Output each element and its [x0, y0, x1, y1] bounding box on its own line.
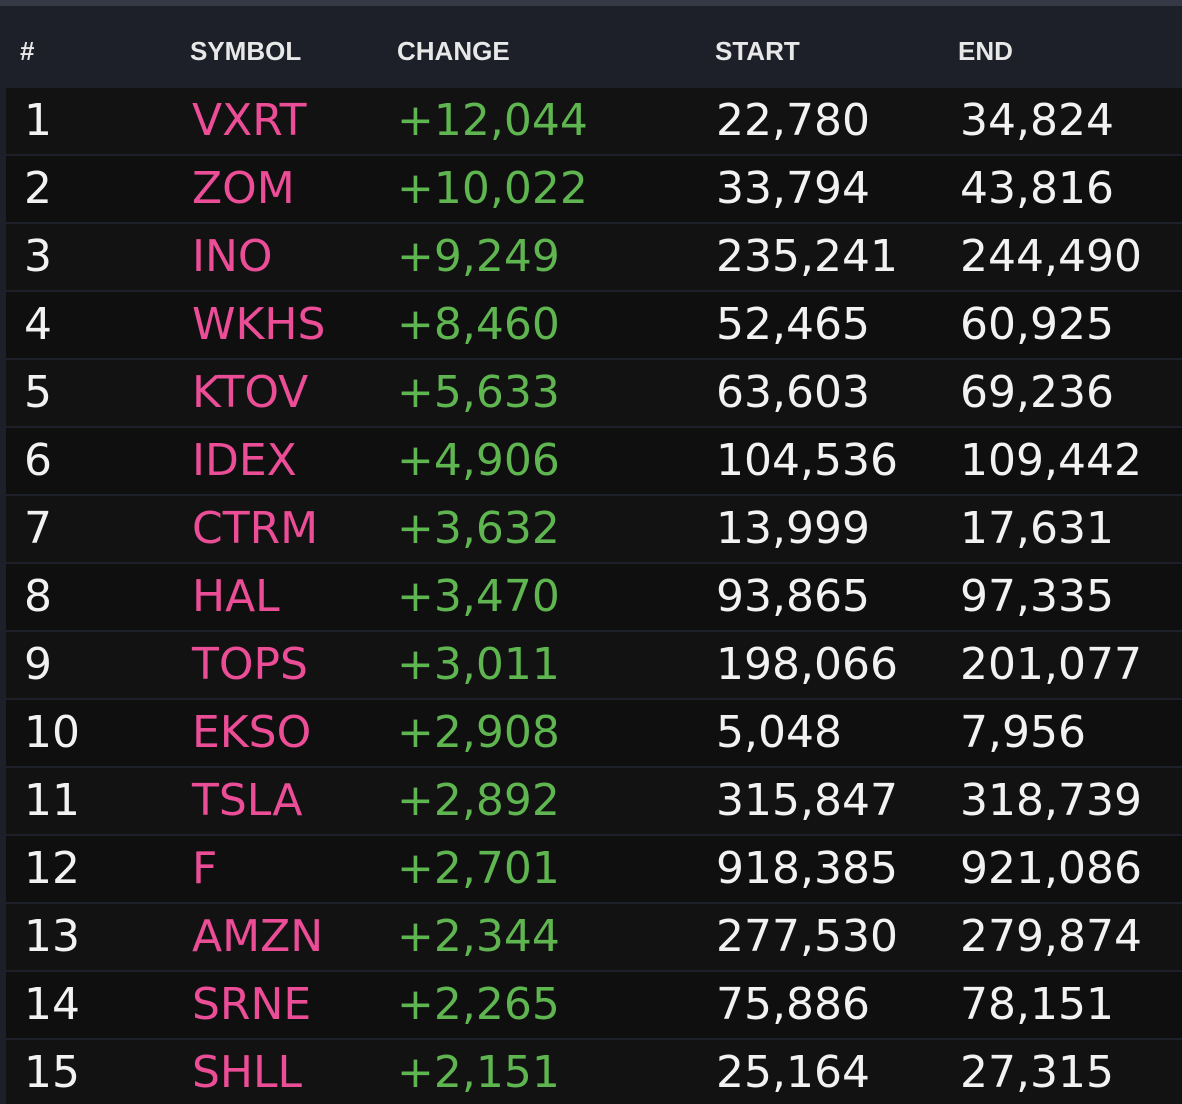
column-header-change[interactable]: CHANGE	[397, 36, 510, 67]
table-row[interactable]: 13 AMZN +2,344 277,530 279,874	[6, 904, 1182, 970]
rank-cell: 14	[24, 979, 80, 1030]
end-cell: 27,315	[960, 1047, 1114, 1098]
column-header-start[interactable]: START	[715, 36, 800, 67]
symbol-cell[interactable]: EKSO	[192, 707, 311, 759]
change-cell: +2,151	[397, 1047, 560, 1098]
table-row[interactable]: 2 ZOM +10,022 33,794 43,816	[6, 156, 1182, 222]
end-cell: 43,816	[960, 163, 1114, 214]
rank-cell: 5	[24, 367, 52, 418]
end-cell: 7,956	[960, 707, 1086, 758]
change-cell: +2,265	[397, 979, 560, 1030]
start-cell: 5,048	[716, 707, 842, 758]
table-row[interactable]: 9 TOPS +3,011 198,066 201,077	[6, 632, 1182, 698]
end-cell: 318,739	[960, 775, 1142, 826]
start-cell: 22,780	[716, 95, 870, 146]
change-cell: +2,908	[397, 707, 560, 758]
change-cell: +12,044	[397, 95, 588, 146]
symbol-cell[interactable]: WKHS	[192, 299, 325, 351]
rank-cell: 1	[24, 95, 52, 146]
start-cell: 277,530	[716, 911, 898, 962]
start-cell: 918,385	[716, 843, 898, 894]
leaderboard-table: # SYMBOL CHANGE START END 1 VXRT +12,044…	[0, 6, 1182, 1104]
end-cell: 244,490	[960, 231, 1142, 282]
change-cell: +3,632	[397, 503, 560, 554]
change-cell: +3,470	[397, 571, 560, 622]
start-cell: 93,865	[716, 571, 870, 622]
change-cell: +3,011	[397, 639, 560, 690]
end-cell: 78,151	[960, 979, 1114, 1030]
end-cell: 97,335	[960, 571, 1114, 622]
symbol-cell[interactable]: INO	[192, 231, 273, 283]
symbol-cell[interactable]: VXRT	[192, 95, 307, 147]
symbol-cell[interactable]: KTOV	[192, 367, 308, 419]
change-cell: +2,344	[397, 911, 560, 962]
start-cell: 52,465	[716, 299, 870, 350]
rank-cell: 3	[24, 231, 52, 282]
symbol-cell[interactable]: CTRM	[192, 503, 318, 555]
rank-cell: 13	[24, 911, 80, 962]
rank-cell: 11	[24, 775, 80, 826]
change-cell: +4,906	[397, 435, 560, 486]
rank-cell: 12	[24, 843, 80, 894]
change-cell: +10,022	[397, 163, 588, 214]
column-header-symbol[interactable]: SYMBOL	[190, 36, 301, 67]
start-cell: 198,066	[716, 639, 898, 690]
table-row[interactable]: 7 CTRM +3,632 13,999 17,631	[6, 496, 1182, 562]
end-cell: 109,442	[960, 435, 1142, 486]
end-cell: 34,824	[960, 95, 1114, 146]
table-row[interactable]: 12 F +2,701 918,385 921,086	[6, 836, 1182, 902]
rank-cell: 7	[24, 503, 52, 554]
table-row[interactable]: 8 HAL +3,470 93,865 97,335	[6, 564, 1182, 630]
start-cell: 104,536	[716, 435, 898, 486]
table-row[interactable]: 5 KTOV +5,633 63,603 69,236	[6, 360, 1182, 426]
start-cell: 235,241	[716, 231, 898, 282]
table-header: # SYMBOL CHANGE START END	[0, 6, 1182, 86]
symbol-cell[interactable]: ZOM	[192, 163, 295, 215]
symbol-cell[interactable]: TSLA	[192, 775, 302, 827]
start-cell: 25,164	[716, 1047, 870, 1098]
column-header-rank[interactable]: #	[20, 36, 34, 67]
symbol-cell[interactable]: HAL	[192, 571, 280, 623]
table-row[interactable]: 14 SRNE +2,265 75,886 78,151	[6, 972, 1182, 1038]
symbol-cell[interactable]: TOPS	[192, 639, 308, 691]
change-cell: +5,633	[397, 367, 560, 418]
table-body: 1 VXRT +12,044 22,780 34,824 2 ZOM +10,0…	[0, 88, 1182, 1104]
table-row[interactable]: 6 IDEX +4,906 104,536 109,442	[6, 428, 1182, 494]
table-row[interactable]: 15 SHLL +2,151 25,164 27,315	[6, 1040, 1182, 1104]
change-cell: +2,892	[397, 775, 560, 826]
table-row[interactable]: 4 WKHS +8,460 52,465 60,925	[6, 292, 1182, 358]
start-cell: 33,794	[716, 163, 870, 214]
rank-cell: 10	[24, 707, 80, 758]
end-cell: 17,631	[960, 503, 1114, 554]
table-row[interactable]: 10 EKSO +2,908 5,048 7,956	[6, 700, 1182, 766]
rank-cell: 2	[24, 163, 52, 214]
start-cell: 13,999	[716, 503, 870, 554]
change-cell: +2,701	[397, 843, 560, 894]
change-cell: +9,249	[397, 231, 560, 282]
symbol-cell[interactable]: SHLL	[192, 1047, 302, 1099]
table-row[interactable]: 11 TSLA +2,892 315,847 318,739	[6, 768, 1182, 834]
end-cell: 279,874	[960, 911, 1142, 962]
rank-cell: 9	[24, 639, 52, 690]
end-cell: 921,086	[960, 843, 1142, 894]
symbol-cell[interactable]: SRNE	[192, 979, 311, 1031]
symbol-cell[interactable]: F	[192, 843, 217, 895]
table-row[interactable]: 1 VXRT +12,044 22,780 34,824	[6, 88, 1182, 154]
start-cell: 315,847	[716, 775, 898, 826]
rank-cell: 6	[24, 435, 52, 486]
rank-cell: 4	[24, 299, 52, 350]
end-cell: 69,236	[960, 367, 1114, 418]
rank-cell: 15	[24, 1047, 80, 1098]
column-header-end[interactable]: END	[958, 36, 1013, 67]
symbol-cell[interactable]: AMZN	[192, 911, 323, 963]
table-row[interactable]: 3 INO +9,249 235,241 244,490	[6, 224, 1182, 290]
rank-cell: 8	[24, 571, 52, 622]
change-cell: +8,460	[397, 299, 560, 350]
start-cell: 63,603	[716, 367, 870, 418]
symbol-cell[interactable]: IDEX	[192, 435, 297, 487]
end-cell: 201,077	[960, 639, 1142, 690]
end-cell: 60,925	[960, 299, 1114, 350]
start-cell: 75,886	[716, 979, 870, 1030]
